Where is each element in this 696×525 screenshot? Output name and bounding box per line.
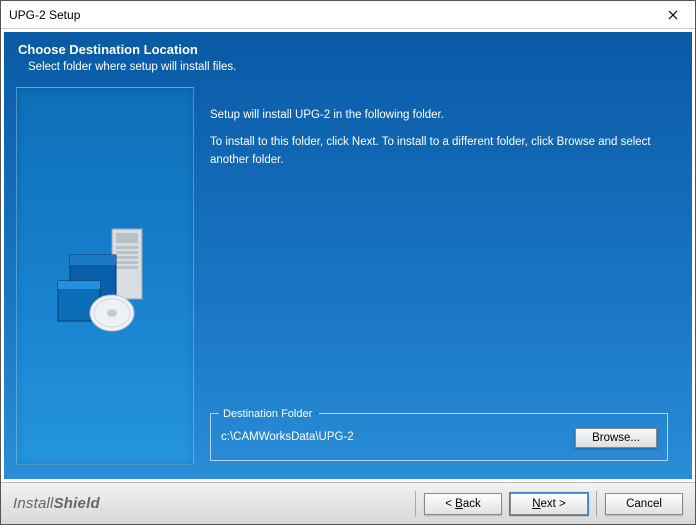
page-header: Choose Destination Location Select folde…	[4, 32, 692, 87]
spacer	[210, 179, 668, 413]
brand-text-light: Install	[13, 495, 54, 512]
destination-path: c:\CAMWorksData\UPG-2	[221, 429, 565, 446]
installshield-brand: InstallShield	[13, 495, 100, 512]
titlebar: UPG-2 Setup	[1, 1, 695, 29]
destination-folder-group: Destination Folder c:\CAMWorksData\UPG-2…	[210, 413, 668, 461]
main-row: Setup will install UPG-2 in the followin…	[4, 87, 692, 479]
close-icon	[668, 10, 678, 20]
body-area: Setup will install UPG-2 in the followin…	[204, 87, 680, 465]
install-instructions-text: To install to this folder, click Next. T…	[210, 134, 668, 169]
cancel-button[interactable]: Cancel	[605, 493, 683, 515]
footer-divider	[415, 491, 416, 517]
back-rest: ack	[463, 498, 481, 510]
window-title: UPG-2 Setup	[9, 8, 80, 22]
destination-folder-legend: Destination Folder	[219, 406, 316, 423]
back-key: B	[455, 498, 463, 510]
brand-text-bold: Shield	[54, 495, 100, 512]
content-wrap: Choose Destination Location Select folde…	[1, 29, 695, 482]
installer-graphic-icon	[40, 211, 170, 341]
page-subtitle: Select folder where setup will install f…	[18, 61, 678, 73]
next-key: N	[532, 498, 540, 510]
installer-window: UPG-2 Setup Choose Destination Location …	[0, 0, 696, 525]
browse-button[interactable]: Browse...	[575, 428, 657, 448]
footer: InstallShield < Back Next > Cancel	[1, 482, 695, 524]
back-button[interactable]: < Back	[424, 493, 502, 515]
content-panel: Choose Destination Location Select folde…	[4, 32, 692, 479]
next-button[interactable]: Next >	[510, 493, 588, 515]
install-folder-text: Setup will install UPG-2 in the followin…	[210, 107, 668, 124]
footer-divider-2	[596, 491, 597, 517]
sidebar-graphic	[16, 87, 194, 465]
next-rest: ext >	[541, 498, 566, 510]
back-prefix: <	[445, 498, 455, 510]
close-button[interactable]	[653, 2, 693, 28]
body-text: Setup will install UPG-2 in the followin…	[210, 107, 668, 179]
page-title: Choose Destination Location	[18, 42, 678, 57]
